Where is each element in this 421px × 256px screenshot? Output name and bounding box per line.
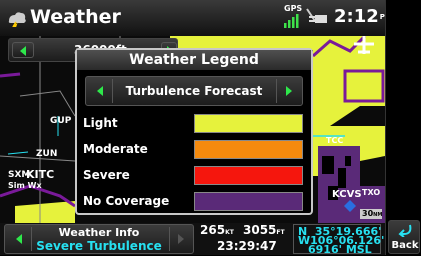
map-label-kcvs: KCVS bbox=[332, 189, 362, 200]
weather-legend-dialog: Weather Legend Turbulence Forecast Light… bbox=[75, 48, 313, 215]
legend-item-label: Severe bbox=[83, 168, 130, 182]
legend-product-selector[interactable]: Turbulence Forecast bbox=[85, 76, 303, 106]
position-box: N 35°19.666' W106°06.126' 6916' MSL bbox=[293, 224, 384, 256]
back-label: Back bbox=[391, 240, 419, 251]
left-arrow-icon bbox=[97, 86, 103, 96]
info-bar: Weather Info Severe Turbulence 265KT 305… bbox=[0, 223, 385, 256]
legend-product-label: Turbulence Forecast bbox=[125, 84, 263, 98]
right-arrow-icon bbox=[286, 86, 292, 96]
connection-icon bbox=[306, 8, 327, 23]
legend-item-label: Moderate bbox=[83, 142, 148, 156]
altitude-readout-value: 3055 bbox=[243, 223, 277, 237]
map-scale-unit: NM bbox=[373, 212, 383, 218]
map-label-txo: TXO bbox=[362, 188, 381, 197]
altitude-readout-unit: FT bbox=[276, 229, 285, 236]
right-arrow-icon bbox=[178, 234, 184, 244]
weather-info-value: Severe Turbulence bbox=[36, 239, 162, 253]
legend-item-swatch bbox=[194, 166, 303, 185]
legend-item-label: No Coverage bbox=[83, 194, 170, 208]
elevation: 6916' MSL bbox=[308, 243, 372, 256]
legend-title: Weather Legend bbox=[77, 50, 311, 70]
utc-time: 23:29:47 bbox=[217, 239, 277, 253]
back-arrow-icon bbox=[398, 224, 412, 237]
map-label-tcc: TCC bbox=[326, 136, 344, 145]
legend-item-swatch bbox=[194, 140, 303, 159]
legend-item-label: Light bbox=[83, 116, 118, 130]
map-scale: 30NM bbox=[362, 209, 382, 218]
map-label-zun: ZUN bbox=[36, 149, 58, 159]
legend-item-swatch bbox=[194, 114, 303, 133]
map-scale-value: 30 bbox=[362, 209, 374, 218]
back-button[interactable]: Back bbox=[388, 220, 420, 254]
map-label-gup: GUP bbox=[50, 116, 72, 126]
left-arrow-icon bbox=[16, 234, 22, 244]
info-prev-button[interactable] bbox=[7, 227, 32, 251]
info-next-button[interactable] bbox=[169, 227, 192, 251]
legend-prev-button[interactable] bbox=[88, 79, 113, 103]
page-title: Weather bbox=[30, 6, 121, 28]
map-label-sim-wx: Sim Wx bbox=[8, 181, 42, 190]
title-bar: Weather GPS 2:12PM bbox=[0, 0, 392, 36]
legend-item-swatch bbox=[194, 192, 303, 211]
clock: 2:12PM bbox=[334, 6, 392, 27]
gps-label: GPS bbox=[284, 4, 303, 13]
left-arrow-icon bbox=[20, 46, 26, 56]
weather-info-selector[interactable]: Weather Info Severe Turbulence bbox=[4, 224, 194, 254]
legend-next-button[interactable] bbox=[276, 79, 301, 103]
groundspeed-value: 265 bbox=[200, 223, 226, 237]
map-label-kitc: KITC bbox=[26, 168, 55, 181]
altitude-readout: 3055FT bbox=[243, 223, 285, 237]
right-sidebar: Back bbox=[385, 0, 421, 255]
weather-info-title: Weather Info bbox=[58, 226, 140, 239]
groundspeed-unit: KT bbox=[225, 229, 234, 236]
altitude-prev-button[interactable] bbox=[12, 42, 34, 58]
clock-time: 2:12 bbox=[334, 6, 379, 27]
weather-icon bbox=[8, 12, 26, 27]
groundspeed: 265KT bbox=[200, 223, 234, 237]
gps-signal-icon bbox=[284, 14, 299, 28]
